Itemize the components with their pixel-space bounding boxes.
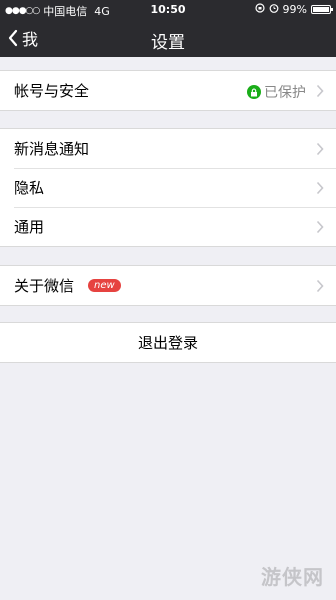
watermark-logo: 游侠网 — [261, 565, 324, 589]
protection-status: 已保护 — [247, 82, 306, 102]
about-label: 关于微信 — [14, 277, 75, 295]
status-right: 99% — [251, 3, 333, 16]
account-security-label: 帐号与安全 — [14, 82, 90, 100]
settings-group: 新消息通知 隐私 通用 — [0, 128, 336, 247]
status-bar: ●●●○○ 中国电信 4G 10:50 99% — [0, 0, 336, 20]
account-security-item[interactable]: 帐号与安全 已保护 — [0, 71, 336, 110]
chevron-right-icon — [316, 142, 324, 156]
logout-button[interactable]: 退出登录 — [0, 322, 336, 363]
general-label: 通用 — [14, 218, 45, 236]
battery-icon — [311, 5, 333, 14]
notifications-item[interactable]: 新消息通知 — [0, 129, 336, 168]
chevron-right-icon — [316, 279, 324, 293]
page-title: 设置 — [151, 33, 185, 53]
about-group: 关于微信 new — [0, 265, 336, 306]
chevron-right-icon — [316, 220, 324, 234]
about-item[interactable]: 关于微信 new — [0, 266, 336, 305]
privacy-label: 隐私 — [14, 179, 45, 197]
battery-fill — [313, 7, 329, 12]
lock-icon — [247, 85, 261, 99]
general-item[interactable]: 通用 — [0, 207, 336, 246]
navigation-bar: 我 设置 — [0, 20, 336, 57]
chevron-right-icon — [316, 181, 324, 195]
protection-status-label: 已保护 — [264, 85, 306, 101]
privacy-item[interactable]: 隐私 — [0, 168, 336, 207]
account-group: 帐号与安全 已保护 — [0, 70, 336, 111]
chevron-right-icon — [316, 84, 324, 98]
new-badge: new — [88, 279, 121, 292]
alarm-icon — [269, 3, 279, 16]
logout-label: 退出登录 — [137, 334, 198, 352]
rotation-lock-icon — [254, 3, 265, 16]
notifications-label: 新消息通知 — [14, 140, 90, 158]
battery-percent: 99% — [282, 3, 307, 16]
